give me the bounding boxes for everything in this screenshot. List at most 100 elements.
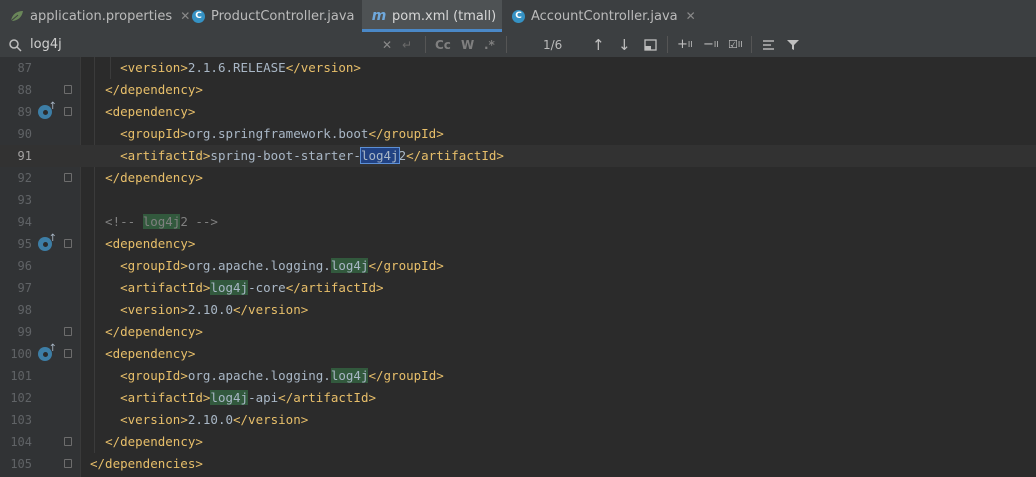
tab-accountcontroller[interactable]: C AccountController.java ✕ [502,0,696,32]
code-text: <dependency> [105,104,196,119]
code-line-current[interactable]: 91 <artifactId>spring-boot-starter-log4j… [0,145,1036,167]
code-text: <dependency> [105,346,196,361]
code-text: <artifactId>log4j-api</artifactId> [120,390,377,405]
search-match: log4j [330,368,369,383]
fold-marker-icon[interactable] [64,107,72,116]
code-line[interactable]: 103 <version>2.10.0</version> [0,409,1036,431]
code-text: </dependency> [105,82,203,97]
search-match: log4j [330,258,369,273]
code-text: <version>2.10.0</version> [120,302,309,317]
line-number: 94 [17,215,32,229]
code-text: <artifactId>spring-boot-starter-log4j2</… [120,147,504,164]
line-number: 104 [10,435,32,449]
code-text: <groupId>org.springframework.boot</group… [120,126,444,141]
code-text: <groupId>org.apache.logging.log4j</group… [120,258,444,273]
code-text: </dependency> [105,434,203,449]
code-line[interactable]: 104 </dependency> [0,431,1036,453]
code-line[interactable]: 100 <dependency> [0,343,1036,365]
search-match: log4j [142,214,181,229]
clear-search-icon[interactable]: ✕ [382,32,392,57]
overrides-marker-icon[interactable] [38,233,57,251]
class-icon: C [512,9,525,23]
select-all-occurrences-icon[interactable] [644,32,657,57]
code-line[interactable]: 93 [0,189,1036,211]
line-number: 89 [17,105,32,119]
tab-label: AccountController.java [531,8,678,24]
line-number: 98 [17,303,32,317]
line-number: 93 [17,193,32,207]
tab-label: ProductController.java [211,8,355,24]
code-line[interactable]: 99 </dependency> [0,321,1036,343]
fold-marker-icon[interactable] [64,437,72,446]
tab-pom-xml[interactable]: m pom.xml (tmall) [362,0,502,32]
code-line[interactable]: 102 <artifactId>log4j-api</artifactId> [0,387,1036,409]
line-number: 97 [17,281,32,295]
line-number: 88 [17,83,32,97]
code-line[interactable]: 90 <groupId>org.springframework.boot</gr… [0,123,1036,145]
code-text: <dependency> [105,236,196,251]
find-bar: log4j ✕ ↵ Cc W .* 1/6 ↑ ↓ + II − II ☑ II [0,32,1036,58]
funnel-icon[interactable] [787,32,799,57]
divider [506,36,507,53]
line-number: 92 [17,171,32,185]
code-line[interactable]: 95 <dependency> [0,233,1036,255]
code-line[interactable]: 105 </dependencies> [0,453,1036,475]
tab-label: pom.xml (tmall) [392,8,497,24]
fold-marker-icon[interactable] [64,327,72,336]
overrides-marker-icon[interactable] [38,343,57,361]
code-line[interactable]: 88 </dependency> [0,79,1036,101]
tab-label: application.properties [30,8,173,24]
fold-marker-icon[interactable] [64,85,72,94]
line-number: 101 [10,369,32,383]
tab-application-properties[interactable]: application.properties ✕ [0,0,190,32]
line-number: 100 [10,347,32,361]
code-line[interactable]: 96 <groupId>org.apache.logging.log4j</gr… [0,255,1036,277]
line-number: 95 [17,237,32,251]
remove-occurrence-icon[interactable]: − II [703,32,719,57]
code-text: <groupId>org.apache.logging.log4j</group… [120,368,444,383]
code-line[interactable]: 101 <groupId>org.apache.logging.log4j</g… [0,365,1036,387]
match-count: 1/6 [543,37,563,52]
search-history-icon[interactable]: ↵ [402,32,412,57]
select-all-occurrences-toggle-icon[interactable]: ☑ II [728,32,743,57]
spring-leaf-icon [10,9,24,23]
words-toggle[interactable]: W [461,32,474,57]
fold-marker-icon[interactable] [64,173,72,182]
editor-tab-bar: application.properties ✕ C ProductContro… [0,0,1036,33]
code-line[interactable]: 87 <version>2.1.6.RELEASE</version> [0,57,1036,79]
code-line[interactable]: 89 <dependency> [0,101,1036,123]
next-occurrence-icon[interactable]: ↓ [618,32,631,57]
code-line[interactable]: 97 <artifactId>log4j-core</artifactId> [0,277,1036,299]
fold-marker-icon[interactable] [64,349,72,358]
search-icon[interactable] [8,32,24,57]
match-case-toggle[interactable]: Cc [435,32,451,57]
class-icon: C [192,9,205,23]
line-number: 87 [17,61,32,75]
fold-marker-icon[interactable] [64,459,72,468]
search-input[interactable]: log4j [30,32,370,57]
line-number: 96 [17,259,32,273]
code-line[interactable]: 98 <version>2.10.0</version> [0,299,1036,321]
line-number: 103 [10,413,32,427]
maven-icon: m [371,8,387,24]
fold-marker-icon[interactable] [64,239,72,248]
line-number: 105 [10,457,32,471]
code-text: </dependency> [105,324,203,339]
line-number: 91 [17,149,32,163]
regex-toggle-icon[interactable]: .* [484,32,495,57]
code-line[interactable]: 94 <!-- log4j2 --> [0,211,1036,233]
code-text: </dependency> [105,170,203,185]
divider [425,36,426,53]
code-editor[interactable]: 87 <version>2.1.6.RELEASE</version> 88 <… [0,57,1036,477]
tab-productcontroller[interactable]: C ProductController.java ✕ [182,0,373,32]
search-match: log4j [210,390,249,405]
add-occurrence-icon[interactable]: + II [677,32,693,57]
code-line[interactable]: 92 </dependency> [0,167,1036,189]
filter-results-icon[interactable] [762,32,775,57]
code-text: <artifactId>log4j-core</artifactId> [120,280,384,295]
line-number: 90 [17,127,32,141]
code-text: </dependencies> [90,456,203,471]
close-icon[interactable]: ✕ [686,9,696,23]
overrides-marker-icon[interactable] [38,101,57,119]
previous-occurrence-icon[interactable]: ↑ [592,32,605,57]
